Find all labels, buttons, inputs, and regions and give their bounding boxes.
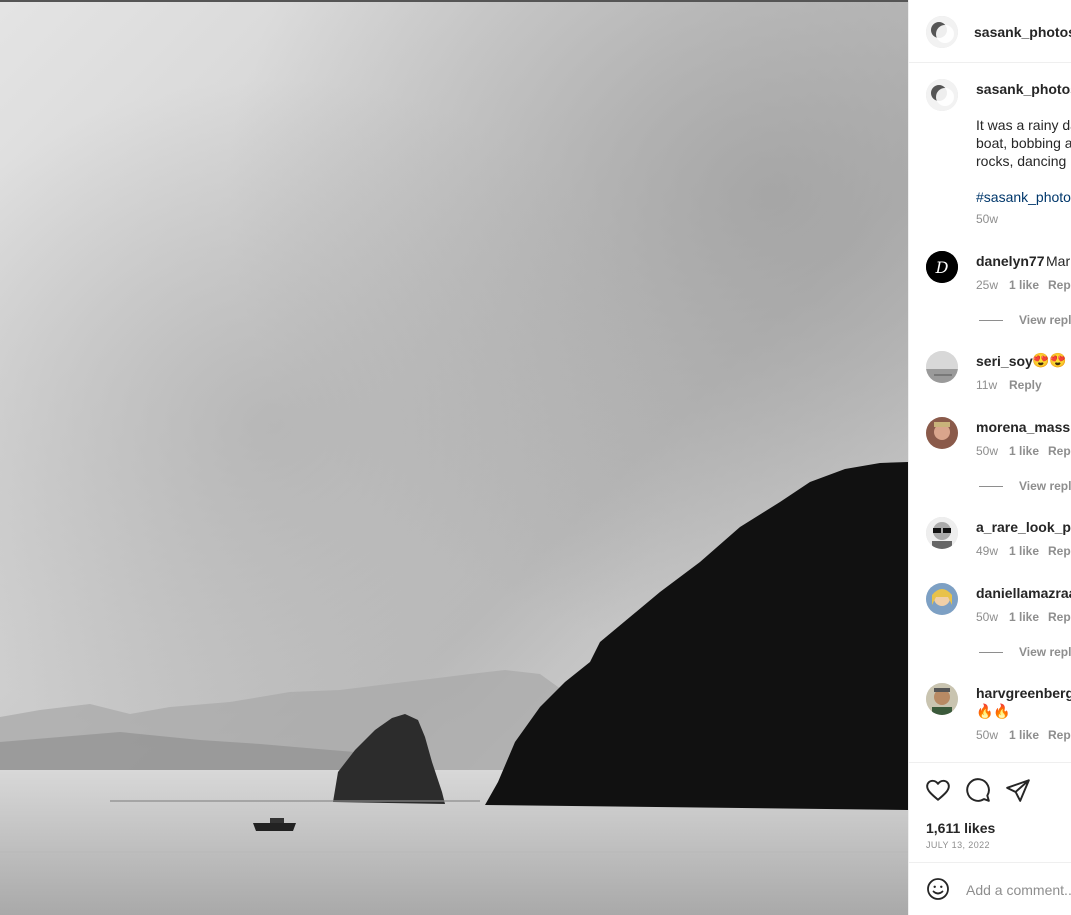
post-header: sasank_photos xyxy=(909,0,1071,63)
comment-username[interactable]: harvgreenberg xyxy=(976,685,1071,701)
comment-avatar[interactable] xyxy=(926,583,958,615)
comment-likes[interactable]: 1 like xyxy=(1009,728,1039,742)
comment-username[interactable]: morena_massin xyxy=(976,419,1071,435)
comment-age: 50w xyxy=(976,728,999,742)
comment-reply-button[interactable]: Repl xyxy=(1048,444,1071,458)
view-replies-line xyxy=(979,486,1003,487)
comment-text: Mar xyxy=(1046,253,1071,269)
comment-avatar[interactable] xyxy=(926,683,958,715)
view-replies-button[interactable]: View repl xyxy=(1019,313,1071,327)
view-replies-line xyxy=(979,320,1003,321)
comment-reply-button[interactable]: Repl xyxy=(1048,278,1071,292)
view-replies-line xyxy=(979,652,1003,653)
paper-plane-icon[interactable] xyxy=(1005,777,1031,803)
author-username[interactable]: sasank_photos xyxy=(974,24,1071,40)
caption-avatar[interactable] xyxy=(926,79,958,111)
comment-text: 😍😍 xyxy=(1032,352,1067,368)
heart-icon[interactable] xyxy=(925,777,951,803)
caption-line-1: It was a rainy da xyxy=(976,117,1071,133)
view-replies-button[interactable]: View repl xyxy=(1019,645,1071,659)
comment-avatar[interactable] xyxy=(926,517,958,549)
comment-age: 50w xyxy=(976,610,999,624)
comment-age: 50w xyxy=(976,444,999,458)
comment-composer: Add a comment... xyxy=(909,862,1071,915)
comment-reply-button[interactable]: Repl xyxy=(1048,610,1071,624)
comment-avatar[interactable]: D xyxy=(926,251,958,283)
comment-avatar[interactable] xyxy=(926,351,958,383)
comment-username[interactable]: danelyn77 xyxy=(976,253,1044,269)
comment-likes[interactable]: 1 like xyxy=(1009,278,1039,292)
comment-username[interactable]: seri_soy xyxy=(976,353,1033,369)
caption-line-2: boat, bobbing a xyxy=(976,135,1071,151)
author-avatar[interactable] xyxy=(926,16,958,48)
caption-hashtag[interactable]: #sasank_photos xyxy=(976,189,1071,205)
post-side-panel: sasank_photos sasank_photos It was a rai… xyxy=(908,0,1071,915)
comment-likes[interactable]: 1 like xyxy=(1009,544,1039,558)
photo-image xyxy=(0,2,908,915)
view-replies-button[interactable]: View repl xyxy=(1019,479,1071,493)
comment-likes[interactable]: 1 like xyxy=(1009,610,1039,624)
caption-age: 50w xyxy=(976,212,999,226)
comment-age: 25w xyxy=(976,278,999,292)
post-photo[interactable] xyxy=(0,0,908,915)
comment-likes[interactable]: 1 like xyxy=(1009,444,1039,458)
comment-reply-button[interactable]: Reply xyxy=(1009,378,1042,392)
comment-reply-button[interactable]: Repl xyxy=(1048,728,1071,742)
add-comment-input[interactable]: Add a comment... xyxy=(966,882,1071,898)
likes-count[interactable]: 1,611 likes xyxy=(926,820,995,836)
action-bar: 1,611 likes JULY 13, 2022 xyxy=(909,762,1071,862)
smiley-icon[interactable] xyxy=(926,877,950,901)
comment-username[interactable]: a_rare_look_ph xyxy=(976,519,1071,535)
comment-text: 🔥🔥 xyxy=(976,703,1011,719)
post-date: JULY 13, 2022 xyxy=(926,840,990,850)
comment-avatar[interactable] xyxy=(926,417,958,449)
caption-line-3: rocks, dancing i xyxy=(976,153,1071,169)
comment-username[interactable]: daniellamazraa xyxy=(976,585,1071,601)
comment-reply-button[interactable]: Repl xyxy=(1048,544,1071,558)
svg-text:D: D xyxy=(935,258,949,277)
comment-age: 11w xyxy=(976,378,998,392)
caption-username[interactable]: sasank_photos xyxy=(976,81,1071,97)
comment-age: 49w xyxy=(976,544,999,558)
speech-bubble-icon[interactable] xyxy=(965,777,991,803)
